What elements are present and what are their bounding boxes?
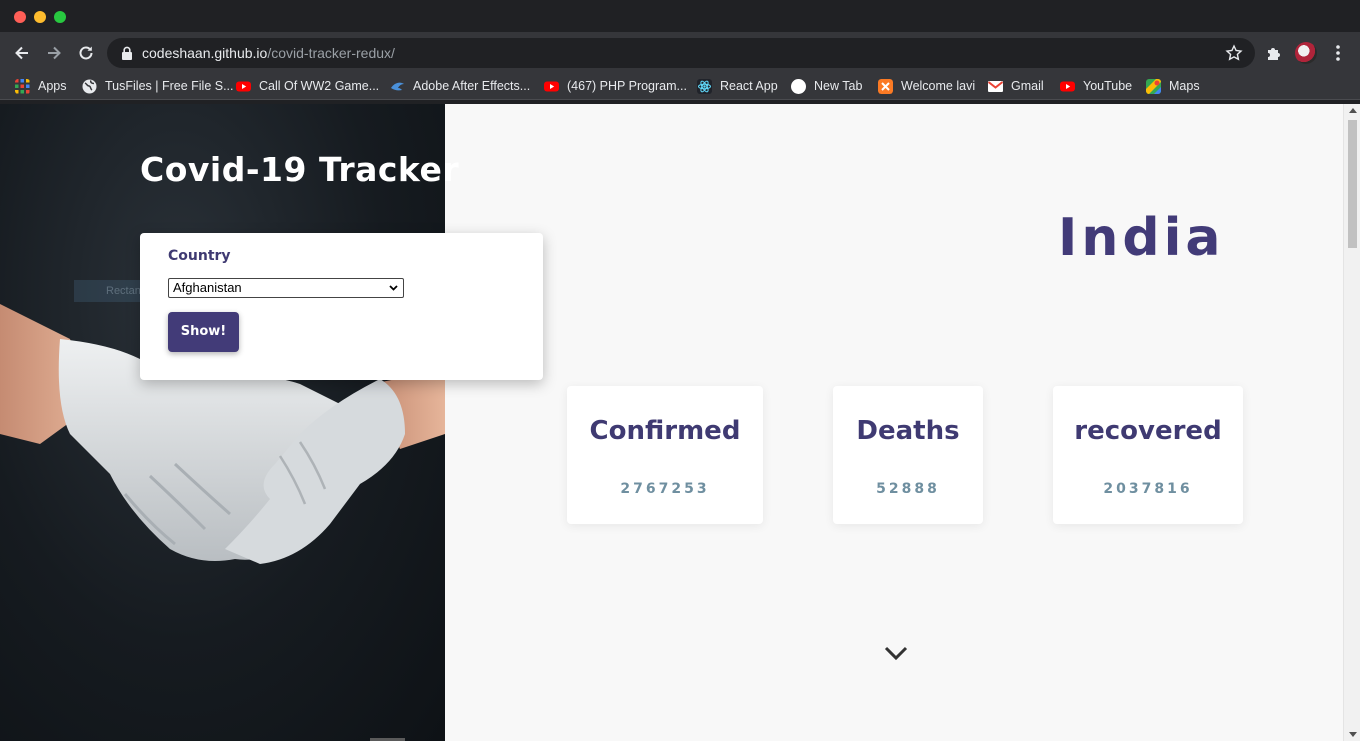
minimize-window-button[interactable] — [34, 11, 46, 23]
bookmark-maps[interactable]: Maps — [1146, 77, 1200, 95]
scroll-up-arrow-icon[interactable] — [1349, 108, 1357, 113]
back-button[interactable] — [10, 41, 34, 65]
bookmarks-bar: Apps TusFiles | Free File S... Call Of W… — [0, 72, 1360, 100]
bookmark-adobe-after-effects[interactable]: Adobe After Effects... — [390, 77, 530, 95]
bookmark-apps[interactable]: Apps — [15, 77, 67, 95]
bookmark-label: (467) PHP Program... — [567, 79, 687, 93]
bookmark-welcome-lavi[interactable]: Welcome lavi — [878, 77, 975, 95]
ghost-overlay-label: Rectangular — [74, 280, 140, 302]
apps-grid-icon — [15, 78, 30, 93]
app-title: Covid-19 Tracker — [140, 150, 460, 189]
profile-avatar[interactable] — [1295, 42, 1317, 64]
stat-title: Deaths — [856, 416, 960, 446]
country-select-value: Afghanistan — [173, 280, 242, 295]
bookmark-label: Adobe After Effects... — [413, 79, 531, 93]
bookmark-new-tab[interactable]: New Tab — [791, 77, 862, 95]
lock-icon — [122, 46, 132, 60]
forward-button[interactable] — [42, 41, 66, 65]
scroll-down-chevron-icon[interactable] — [883, 644, 909, 662]
maps-icon — [1146, 78, 1161, 94]
bookmark-label: Welcome lavi — [901, 79, 976, 93]
bookmark-gmail[interactable]: Gmail — [988, 77, 1044, 95]
youtube-icon — [544, 81, 559, 91]
window-titlebar — [0, 0, 1360, 34]
bookmark-label: Apps — [38, 79, 67, 93]
forward-arrow-icon — [48, 46, 61, 60]
stat-title: recovered — [1074, 416, 1222, 446]
stat-card-confirmed: Confirmed 2767253 — [567, 386, 763, 524]
bookmark-react-app[interactable]: React App — [697, 77, 778, 95]
gmail-icon — [988, 80, 1003, 92]
close-window-button[interactable] — [14, 11, 26, 23]
url-text: codeshaan.github.io/covid-tracker-redux/ — [142, 45, 395, 61]
stat-value: 2037816 — [1103, 481, 1193, 497]
bookmark-php-program[interactable]: (467) PHP Program... — [544, 77, 687, 95]
stat-card-recovered: recovered 2037816 — [1053, 386, 1243, 524]
reload-button[interactable] — [74, 41, 98, 65]
bookmark-label: TusFiles | Free File S... — [105, 79, 234, 93]
bookmark-label: Gmail — [1011, 79, 1044, 93]
maximize-window-button[interactable] — [54, 11, 66, 23]
stat-title: Confirmed — [589, 416, 741, 446]
country-label: Country — [168, 248, 231, 264]
selected-country-heading: India — [1058, 208, 1225, 268]
browser-toolbar: codeshaan.github.io/covid-tracker-redux/ — [0, 34, 1360, 72]
scroll-down-arrow-icon[interactable] — [1349, 732, 1357, 737]
scrollbar-thumb[interactable] — [1348, 120, 1357, 248]
bookmark-label: Maps — [1169, 79, 1200, 93]
country-form-card: Country Afghanistan Show! — [140, 233, 543, 380]
xampp-icon — [878, 78, 893, 94]
stat-card-deaths: Deaths 52888 — [833, 386, 983, 524]
bookmark-label: New Tab — [814, 79, 863, 93]
url-path: /covid-tracker-redux/ — [267, 45, 395, 61]
address-bar[interactable]: codeshaan.github.io/covid-tracker-redux/ — [107, 38, 1255, 68]
youtube-icon — [236, 81, 251, 91]
chevron-down-icon — [389, 285, 398, 291]
menu-kebab-icon[interactable] — [1330, 43, 1346, 63]
bookmark-call-of-ww2[interactable]: Call Of WW2 Game... — [236, 77, 379, 95]
bookmark-tusfiles[interactable]: TusFiles | Free File S... — [82, 77, 234, 95]
stat-value: 52888 — [876, 481, 940, 497]
page-scrollbar[interactable] — [1343, 104, 1360, 741]
handshake-gloves-image — [0, 304, 445, 564]
page-viewport: Covid-19 Tracker Rectangular Country Afg… — [0, 104, 1360, 741]
blank-circle-icon — [791, 78, 806, 94]
country-select[interactable]: Afghanistan — [168, 278, 404, 298]
bookmark-youtube[interactable]: YouTube — [1060, 77, 1132, 95]
youtube-icon — [1060, 81, 1075, 91]
stat-value: 2767253 — [620, 481, 710, 497]
reload-icon — [79, 46, 93, 60]
show-button[interactable]: Show! — [168, 312, 239, 352]
globe-icon — [82, 79, 97, 93]
extensions-puzzle-icon[interactable] — [1265, 44, 1283, 62]
hero-image-panel — [0, 104, 445, 741]
bookmark-label: React App — [720, 79, 778, 93]
bookmark-label: Call Of WW2 Game... — [259, 79, 380, 93]
bookmark-label: YouTube — [1083, 79, 1133, 93]
bookmark-star-icon[interactable] — [1225, 44, 1243, 62]
url-domain: codeshaan.github.io — [142, 45, 268, 61]
react-icon — [697, 78, 712, 94]
back-arrow-icon — [15, 46, 28, 60]
bird-icon — [391, 82, 404, 90]
